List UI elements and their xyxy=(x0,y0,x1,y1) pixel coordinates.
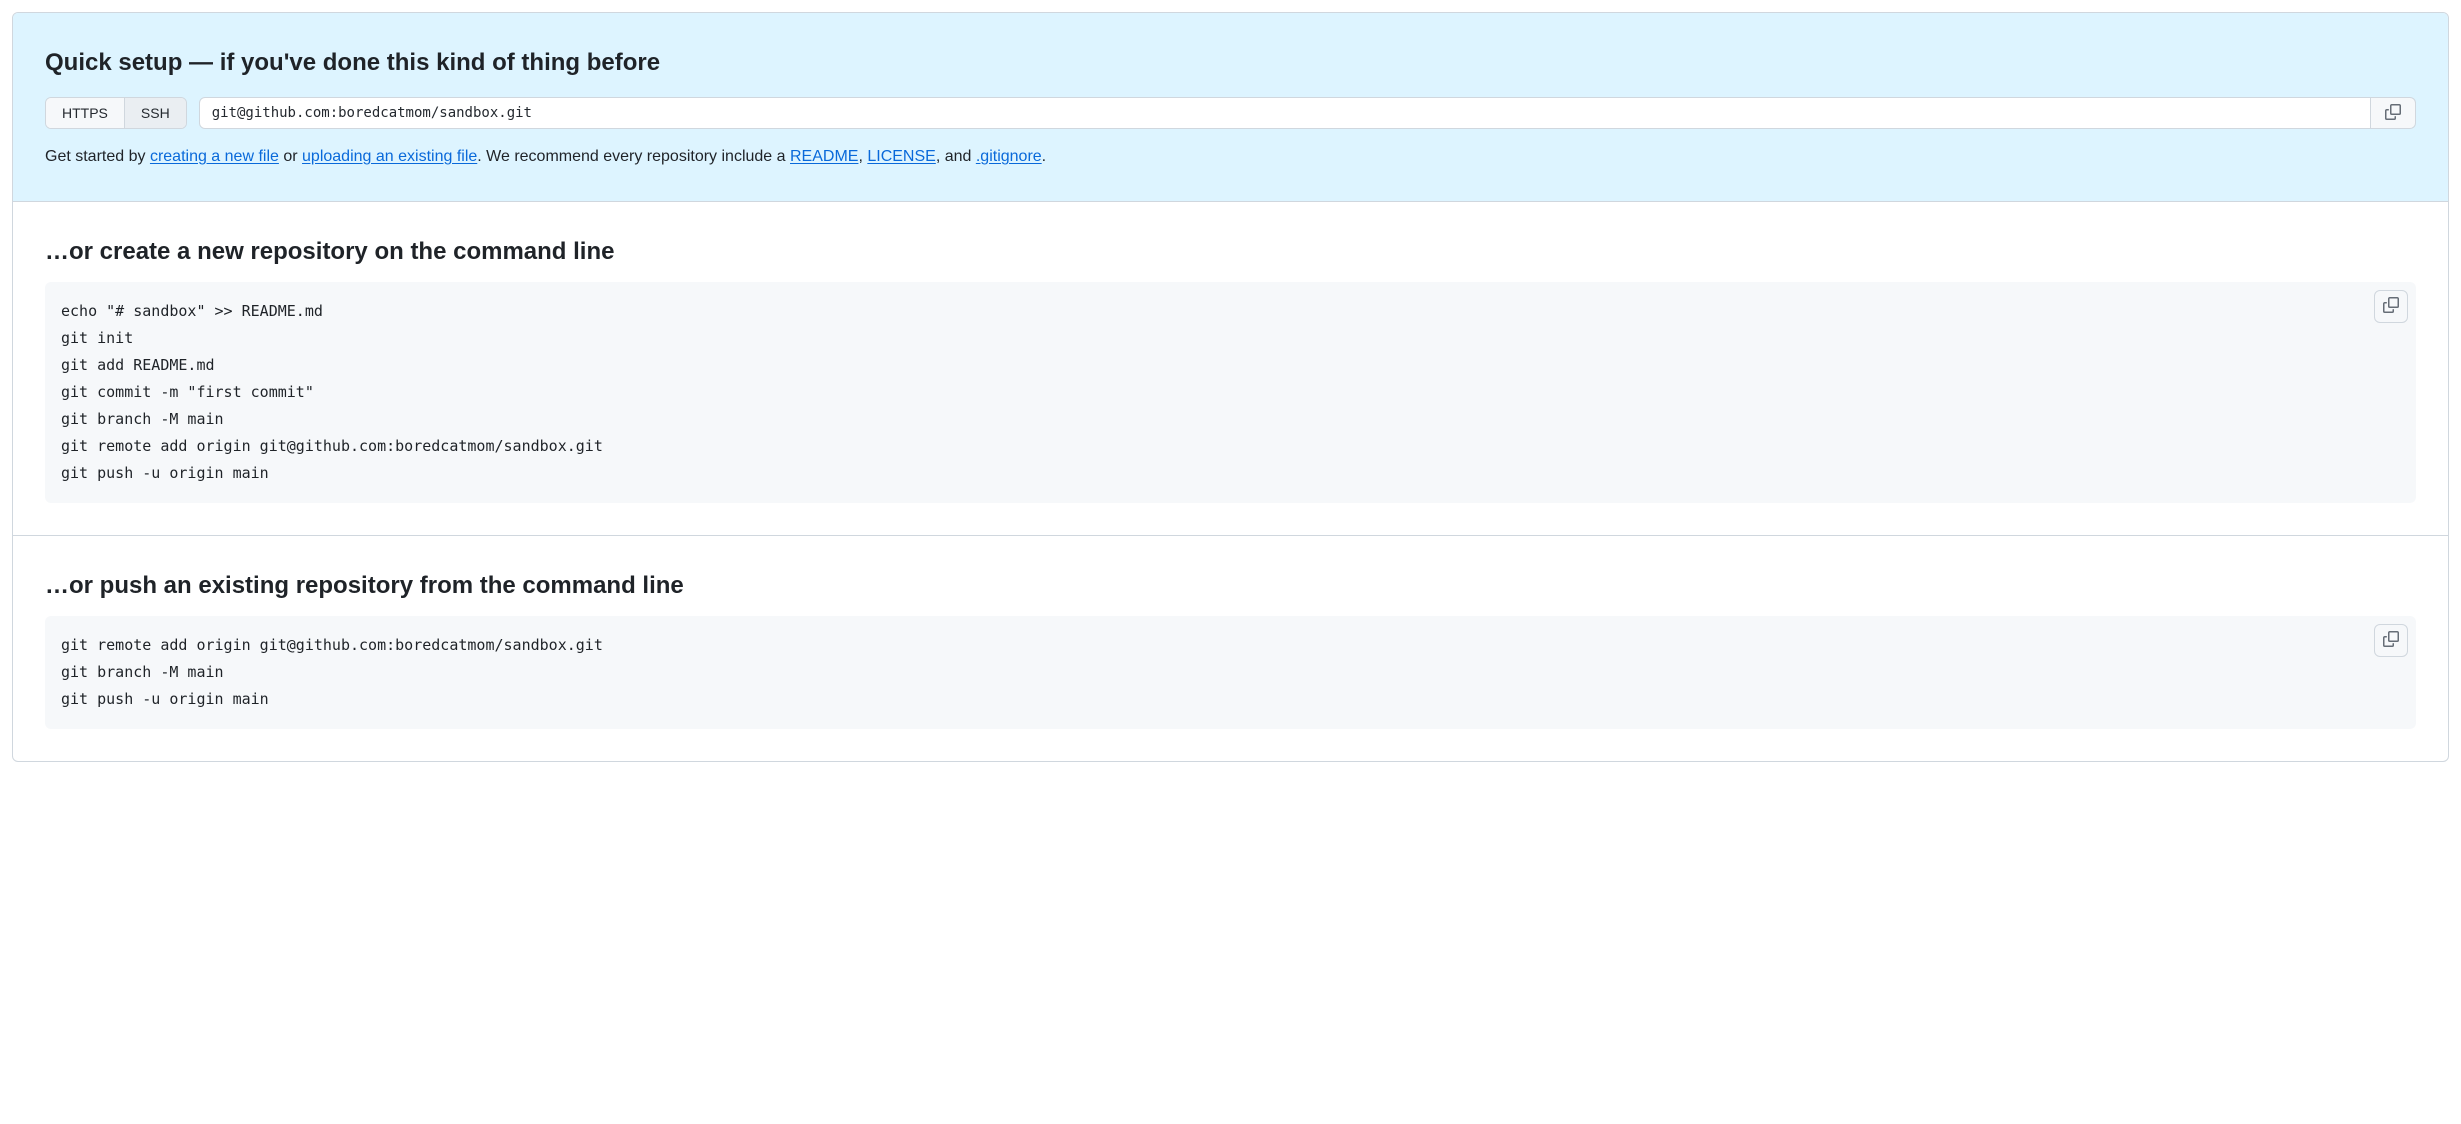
repo-setup-panel: Quick setup — if you've done this kind o… xyxy=(12,12,2449,762)
ssh-tab[interactable]: SSH xyxy=(125,98,186,128)
copy-icon xyxy=(2385,104,2401,123)
copy-icon xyxy=(2383,297,2399,316)
upload-file-link[interactable]: uploading an existing file xyxy=(302,148,477,165)
readme-link[interactable]: README xyxy=(790,148,858,165)
push-repo-commands[interactable]: git remote add origin git@github.com:bor… xyxy=(61,632,2400,713)
copy-push-commands-button[interactable] xyxy=(2374,624,2408,657)
clone-url-group xyxy=(199,97,2416,129)
license-link[interactable]: LICENSE xyxy=(867,148,935,165)
clone-url-row: HTTPS SSH xyxy=(45,97,2416,129)
gitignore-link[interactable]: .gitignore xyxy=(976,148,1042,165)
clone-url-input[interactable] xyxy=(199,97,2371,129)
create-repo-commands[interactable]: echo "# sandbox" >> README.md git init g… xyxy=(61,298,2400,487)
copy-url-button[interactable] xyxy=(2371,97,2416,129)
create-repo-codeblock: echo "# sandbox" >> README.md git init g… xyxy=(45,282,2416,503)
quick-setup-heading: Quick setup — if you've done this kind o… xyxy=(45,45,2416,81)
quick-setup-section: Quick setup — if you've done this kind o… xyxy=(13,13,2448,202)
push-repo-codeblock: git remote add origin git@github.com:bor… xyxy=(45,616,2416,729)
create-repo-section: …or create a new repository on the comma… xyxy=(13,202,2448,535)
push-repo-section: …or push an existing repository from the… xyxy=(13,535,2448,761)
push-repo-heading: …or push an existing repository from the… xyxy=(45,568,2416,604)
create-file-link[interactable]: creating a new file xyxy=(150,148,279,165)
create-repo-heading: …or create a new repository on the comma… xyxy=(45,234,2416,270)
copy-create-commands-button[interactable] xyxy=(2374,290,2408,323)
https-tab[interactable]: HTTPS xyxy=(46,98,125,128)
copy-icon xyxy=(2383,631,2399,650)
setup-help-text: Get started by creating a new file or up… xyxy=(45,145,2416,169)
protocol-toggle: HTTPS SSH xyxy=(45,97,187,129)
